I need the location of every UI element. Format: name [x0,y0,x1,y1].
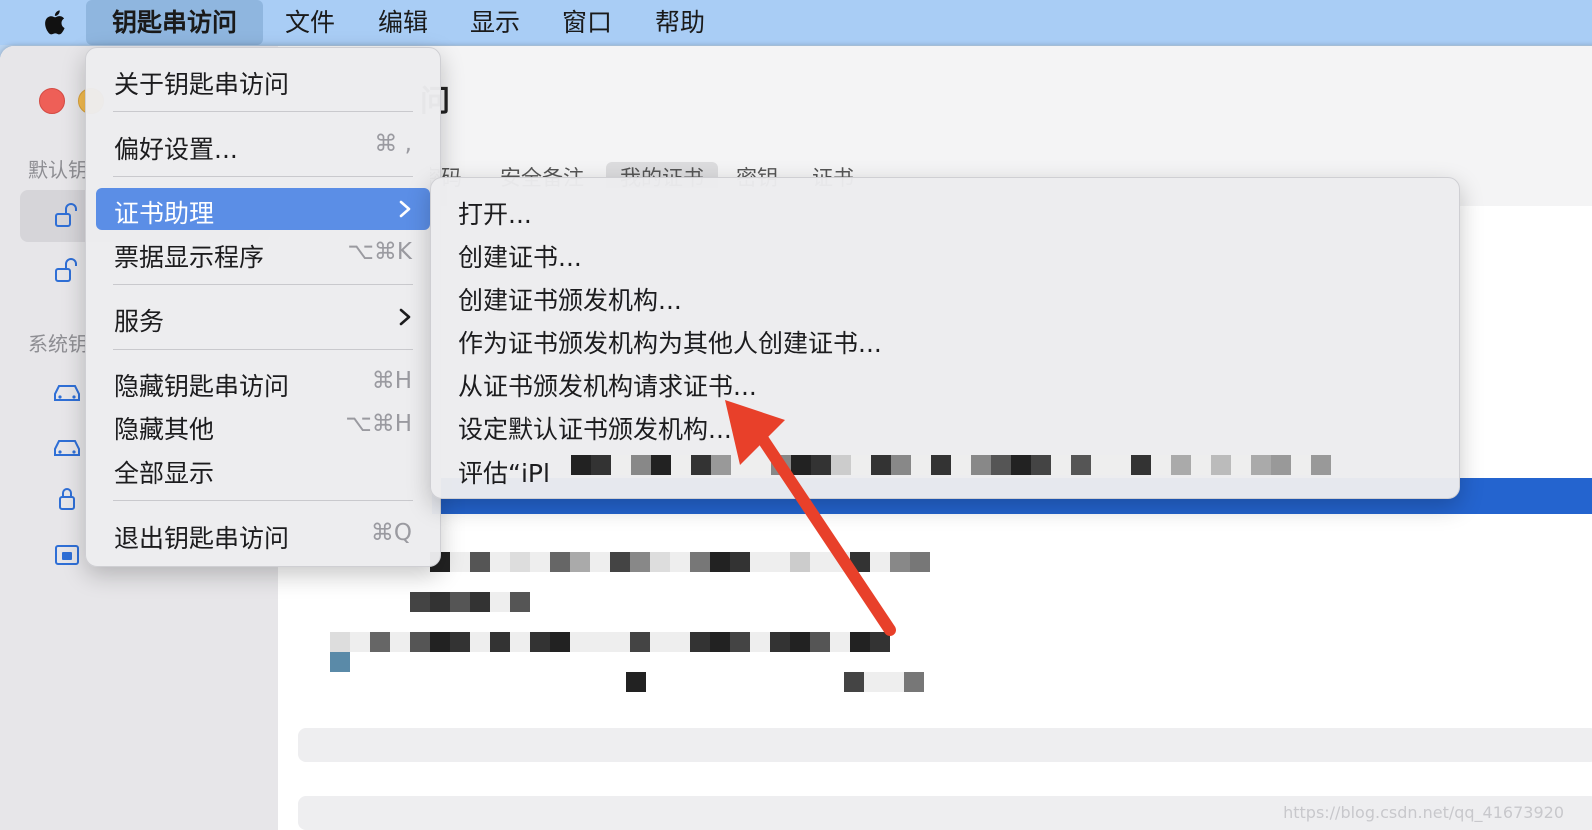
menu-item-show-all[interactable]: 全部显示 [96,448,430,490]
submenu-item-create-for-others[interactable]: 作为证书颁发机构为其他人创建证书... [458,324,882,360]
unlock-icon [55,258,77,282]
menu-file[interactable]: 文件 [285,0,335,45]
menu-item-shortcut: ⌘H [371,368,412,394]
menu-separator [113,111,413,112]
menu-item-shortcut: ⌘Q [370,520,412,546]
close-window-button[interactable] [39,88,65,114]
lock-icon [59,488,75,510]
submenu-item-create-certificate[interactable]: 创建证书... [458,238,582,274]
chevron-right-icon [399,308,411,326]
screen: 钥匙串访问 文件 编辑 显示 窗口 帮助 默认钥 系统钥 关于钥匙串访问 偏好设… [0,0,1592,830]
menu-item-label: 退出钥匙串访问 [114,524,290,553]
certificate-assistant-submenu: 打开... 创建证书... 创建证书颁发机构... 作为证书颁发机构为其他人创建… [430,177,1460,499]
menu-separator [113,176,413,177]
list-row[interactable] [298,728,1592,762]
annotation-arrow-icon [725,400,896,636]
menu-view[interactable]: 显示 [470,0,520,45]
menu-item-shortcut: ⌥⌘K [347,239,412,265]
redacted-text [626,672,646,692]
menu-item-about[interactable]: 关于钥匙串访问 [96,59,430,101]
menu-item-label: 偏好设置... [114,135,238,164]
menu-item-label: 证书助理 [114,199,215,228]
menu-item-label: 隐藏其他 [114,415,215,444]
menu-bar: 钥匙串访问 文件 编辑 显示 窗口 帮助 [0,0,1592,45]
cabinet-icon [54,385,80,401]
menu-item-quit[interactable]: 退出钥匙串访问 ⌘Q [96,513,430,555]
sidebar-section-default: 默认钥 [28,158,88,182]
submenu-item-set-default-ca[interactable]: 设定默认证书颁发机构... [458,410,732,446]
menu-item-label: 全部显示 [114,459,215,488]
menu-item-label: 票据显示程序 [114,243,265,272]
menu-item-shortcut: ⌥⌘H [345,411,412,437]
menu-item-ticket-viewer[interactable]: 票据显示程序 ⌥⌘K [96,232,430,274]
menu-item-hide-others[interactable]: 隐藏其他 ⌥⌘H [96,404,430,446]
menu-item-label: 服务 [114,307,165,336]
chevron-right-icon [399,200,411,218]
menu-item-label: 关于钥匙串访问 [114,70,290,99]
unlock-icon [55,203,77,227]
menu-item-hide-keychain[interactable]: 隐藏钥匙串访问 ⌘H [96,361,430,403]
watermark: https://blog.csdn.net/qq_41673920 [1283,803,1564,822]
redacted-text [330,652,350,672]
menu-edit[interactable]: 编辑 [378,0,428,45]
submenu-item-open[interactable]: 打开... [458,195,532,231]
menu-item-certificate-assistant[interactable]: 证书助理 [96,188,430,230]
menu-separator [113,349,413,350]
menu-keychain-access[interactable]: 钥匙串访问 [86,0,264,45]
submenu-item-evaluate[interactable]: 评估“iPl [458,454,550,490]
cabinet-icon [54,440,80,456]
keychain-access-menu: 关于钥匙串访问 偏好设置... ⌘ , 证书助理 票据显示程序 ⌥⌘K 服务 隐… [85,47,441,567]
locked-cabinet-icon [55,545,79,565]
menu-item-shortcut: ⌘ , [374,131,412,157]
menu-window[interactable]: 窗口 [562,0,612,45]
redacted-text [844,672,924,692]
menu-item-label: 隐藏钥匙串访问 [114,372,290,401]
sidebar-section-system: 系统钥 [28,332,88,356]
menu-separator [113,500,413,501]
submenu-item-create-ca[interactable]: 创建证书颁发机构... [458,281,682,317]
menu-help[interactable]: 帮助 [655,0,705,45]
menu-separator [113,284,413,285]
apple-icon[interactable] [40,6,72,38]
menu-item-preferences[interactable]: 偏好设置... ⌘ , [96,124,430,166]
menu-item-services[interactable]: 服务 [96,296,430,338]
redacted-text [410,592,530,612]
redacted-text [571,455,1331,475]
